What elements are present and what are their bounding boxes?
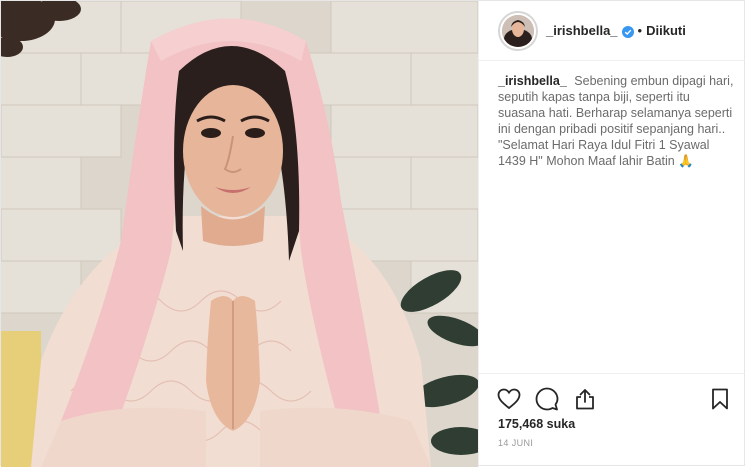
separator-dot: • [637, 23, 643, 38]
action-bar [496, 386, 598, 412]
caption-text: Sebening embun dipagi hari, seputih kapa… [498, 74, 734, 168]
post-header: _irishbella_ • Diikuti [479, 1, 745, 61]
verified-badge-icon [621, 25, 634, 38]
comment-icon[interactable] [534, 386, 560, 412]
heart-icon[interactable] [496, 386, 522, 412]
share-icon[interactable] [572, 386, 598, 412]
post-photo[interactable] [1, 1, 478, 467]
post-actions-section: 175,468 suka 14 JUNI [479, 373, 745, 467]
instagram-post: _irishbella_ • Diikuti _irishbella_ Sebe… [0, 0, 745, 467]
following-button[interactable]: Diikuti [646, 23, 686, 38]
avatar[interactable] [498, 10, 538, 51]
post-date[interactable]: 14 JUNI [498, 438, 533, 448]
post-caption: _irishbella_ Sebening embun dipagi hari,… [498, 73, 738, 169]
likes-count[interactable]: 175,468 suka [498, 417, 575, 431]
avatar-image [502, 14, 534, 47]
username-link[interactable]: _irishbella_ [546, 23, 618, 38]
portrait-image [1, 1, 478, 467]
caption-username-link[interactable]: _irishbella_ [498, 74, 567, 88]
post-side-panel: _irishbella_ • Diikuti _irishbella_ Sebe… [478, 1, 745, 467]
bookmark-icon[interactable] [707, 386, 733, 412]
